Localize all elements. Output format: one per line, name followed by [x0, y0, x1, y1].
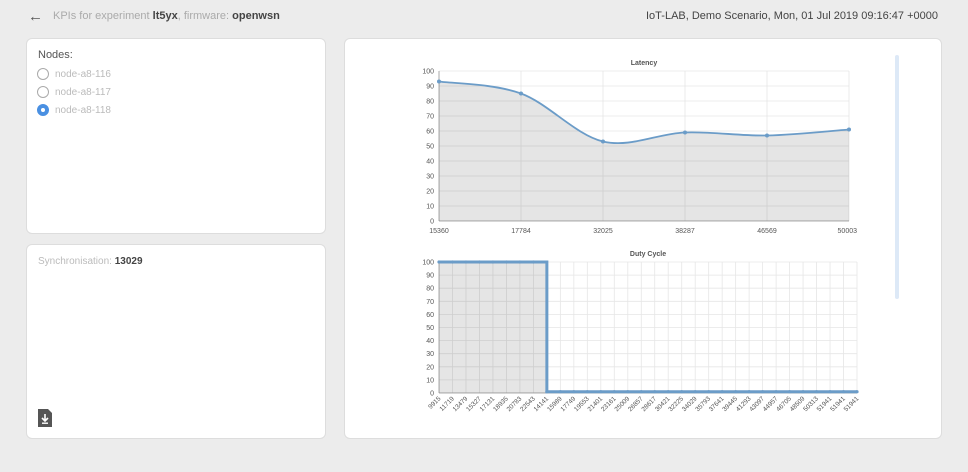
y-tick-label: 20: [426, 189, 434, 196]
data-point: [653, 390, 657, 394]
experiment-id: lt5yx: [152, 10, 178, 22]
chart-title: Latency: [631, 60, 658, 67]
data-point: [666, 390, 670, 394]
data-point: [847, 127, 851, 132]
y-tick-label: 30: [426, 351, 434, 358]
data-point: [683, 130, 687, 135]
data-point: [504, 260, 509, 264]
node-label: node-a8-117: [55, 86, 111, 98]
latency-chart: Latency 0 10 20 30 40 50 60 70 80 90 100 15360 17784 3…: [422, 60, 858, 235]
y-tick-label: 60: [426, 312, 434, 319]
y-tick-label: 10: [426, 377, 434, 384]
chart-title: Duty Cycle: [630, 251, 666, 258]
data-point: [612, 390, 616, 394]
data-point: [765, 133, 769, 138]
top-bar: ← KPIs for experiment lt5yx, firmware: o…: [0, 0, 968, 34]
breadcrumb: KPIs for experiment lt5yx, firmware: ope…: [53, 10, 280, 22]
data-point: [572, 390, 576, 394]
radio-button[interactable]: [37, 104, 49, 116]
data-point: [531, 260, 535, 264]
data-point: [801, 390, 805, 394]
radio-button[interactable]: [37, 68, 49, 80]
series-area: [439, 81, 849, 221]
y-tick-label: 0: [430, 219, 434, 226]
data-point: [734, 390, 738, 394]
y-tick-label: 50: [426, 144, 434, 151]
data-point: [599, 390, 603, 394]
nodes-panel: Nodes: node-a8-116 node-a8-117 node-a8-1…: [26, 38, 326, 234]
y-tick-label: 90: [426, 84, 434, 91]
node-label: node-a8-118: [55, 104, 111, 116]
sync-label: Synchronisation:: [38, 256, 112, 267]
chart-scrollbar[interactable]: [895, 55, 899, 299]
data-point: [828, 390, 832, 394]
breadcrumb-prefix: KPIs for experiment: [53, 10, 150, 22]
node-option[interactable]: node-a8-117: [37, 84, 111, 100]
radio-button[interactable]: [37, 86, 49, 98]
file-download-icon[interactable]: [38, 409, 52, 427]
y-tick-label: 40: [426, 159, 434, 166]
breadcrumb-sep: , firmware:: [177, 10, 230, 22]
y-tick-label: 70: [426, 299, 434, 306]
y-tick-label: 40: [426, 338, 434, 345]
y-tick-label: 70: [426, 114, 434, 121]
data-point: [585, 390, 589, 394]
data-point: [437, 79, 441, 84]
x-tick-label: 50003: [838, 228, 858, 235]
y-tick-label: 20: [426, 364, 434, 371]
x-tick-label: 46569: [757, 228, 777, 235]
y-tick-label: 100: [422, 260, 434, 267]
data-point: [680, 390, 684, 394]
data-point: [841, 390, 846, 394]
data-point: [693, 390, 697, 394]
data-point: [519, 91, 523, 96]
data-point: [720, 390, 724, 394]
data-point: [477, 260, 482, 264]
duty-cycle-chart: Duty Cycle010203040506070809010099151171…: [422, 251, 859, 413]
charts-panel: Latency 0 10 20 30 40 50 60 70 80 90 100 15360 17784 3…: [344, 38, 942, 439]
data-point: [787, 390, 792, 394]
back-arrow-icon[interactable]: ←: [28, 8, 43, 25]
y-tick-label: 80: [426, 99, 434, 106]
y-tick-label: 50: [426, 325, 434, 332]
data-point: [464, 260, 468, 264]
data-point: [491, 260, 495, 264]
sync-panel: Synchronisation: 13029: [26, 244, 326, 439]
node-label: node-a8-116: [55, 68, 111, 80]
data-point: [601, 139, 605, 144]
data-point: [437, 260, 441, 264]
data-point: [545, 390, 549, 394]
data-point: [626, 390, 630, 394]
data-point: [707, 390, 711, 394]
x-tick-label: 38287: [675, 228, 695, 235]
node-option[interactable]: node-a8-116: [37, 66, 111, 82]
x-tick-label: 17784: [511, 228, 531, 235]
data-point: [558, 390, 562, 394]
y-tick-label: 0: [430, 391, 434, 398]
y-tick-label: 10: [426, 204, 434, 211]
data-point: [518, 260, 522, 264]
data-point: [774, 390, 778, 394]
firmware-name: openwsn: [232, 10, 280, 22]
nodes-title: Nodes:: [38, 49, 73, 61]
scenario-title: IoT-LAB, Demo Scenario, Mon, 01 Jul 2019…: [646, 10, 938, 22]
y-tick-label: 30: [426, 174, 434, 181]
x-tick-label: 32025: [593, 228, 613, 235]
data-point: [761, 390, 765, 394]
y-tick-label: 90: [426, 273, 434, 280]
x-tick-label: 51941: [843, 395, 859, 413]
node-option[interactable]: node-a8-118: [37, 102, 111, 118]
sync-value: 13029: [114, 256, 143, 267]
y-tick-label: 80: [426, 286, 434, 293]
data-point: [814, 390, 819, 394]
y-tick-label: 100: [422, 69, 434, 76]
sync-line: Synchronisation: 13029: [38, 256, 143, 267]
y-tick-label: 60: [426, 129, 434, 136]
data-point: [855, 390, 859, 394]
x-tick-label: 15360: [429, 228, 449, 235]
data-point: [639, 390, 643, 394]
data-point: [747, 390, 751, 394]
data-point: [450, 260, 455, 264]
